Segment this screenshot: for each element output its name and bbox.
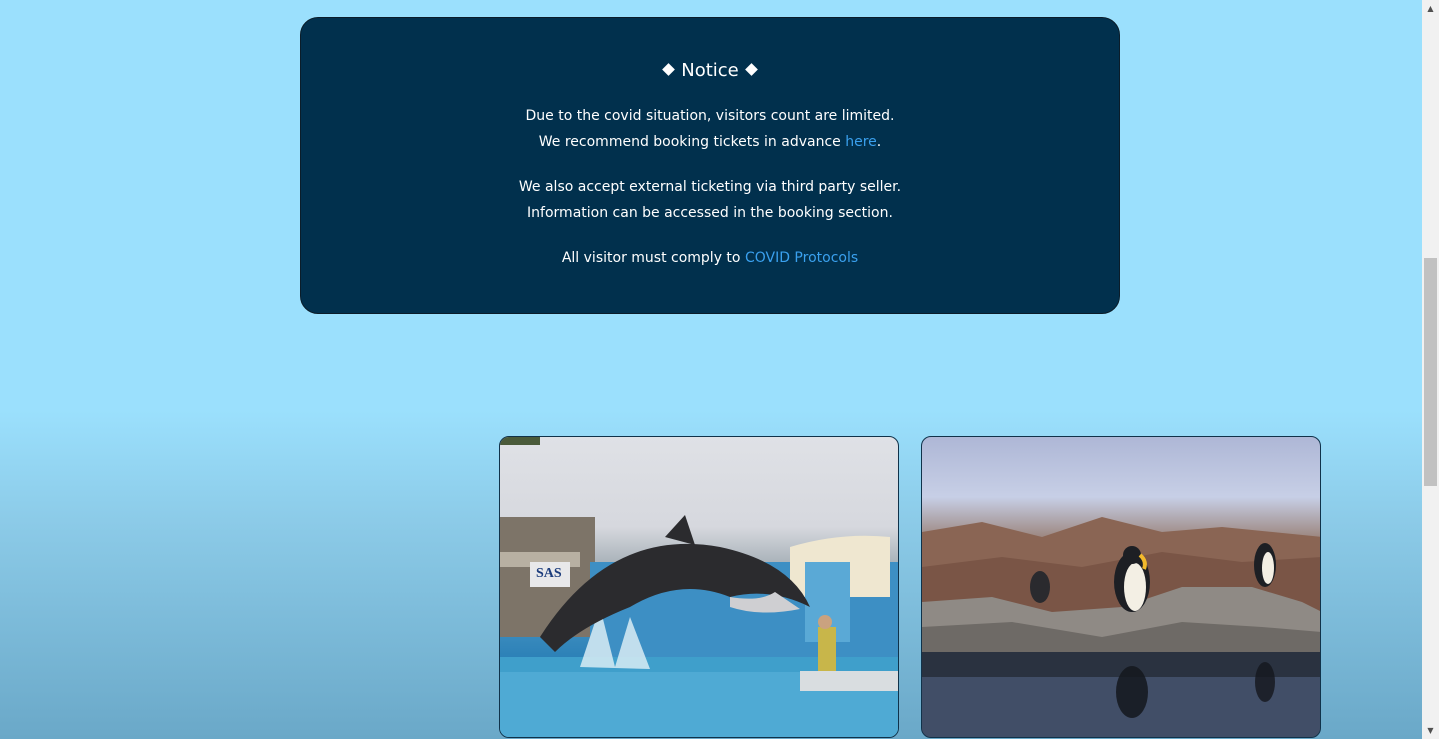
notice-line-2-suffix: . (876, 134, 882, 150)
notice-line-4: Information can be accessed in the booki… (527, 205, 893, 221)
booking-here-link[interactable]: here (845, 134, 877, 150)
dolphin-show-photo[interactable]: SAS (499, 436, 899, 738)
scroll-up-arrow-icon[interactable]: ▲ (1422, 0, 1439, 17)
notice-title: Notice (301, 59, 1119, 83)
notice-line-3: We also accept external ticketing via th… (518, 179, 902, 195)
notice-panel: Notice Due to the covid situation, visit… (300, 17, 1120, 314)
svg-text:SAS: SAS (536, 566, 562, 581)
notice-line-5-text: All visitor must comply to (561, 250, 745, 266)
covid-protocols-link[interactable]: COVID Protocols (745, 250, 858, 266)
vertical-scrollbar[interactable]: ▲ ▼ (1422, 0, 1439, 739)
penguin-exhibit-photo[interactable] (921, 436, 1321, 738)
diamond-icon (662, 63, 676, 76)
notice-title-text: Notice (681, 60, 739, 81)
notice-line-2-text: We recommend booking tickets in advance (538, 134, 846, 150)
page: Notice Due to the covid situation, visit… (0, 0, 1422, 739)
dolphin-illustration: SAS (500, 437, 898, 737)
notice-line-5: All visitor must comply to COVID Protoco… (301, 249, 1119, 267)
notice-line-2: We recommend booking tickets in advance … (301, 133, 1119, 151)
notice-line-1: Due to the covid situation, visitors cou… (525, 108, 895, 124)
penguin-illustration (922, 517, 1320, 737)
scroll-down-arrow-icon[interactable]: ▼ (1422, 722, 1439, 739)
diamond-icon (744, 63, 758, 76)
scrollbar-thumb[interactable] (1424, 258, 1437, 486)
